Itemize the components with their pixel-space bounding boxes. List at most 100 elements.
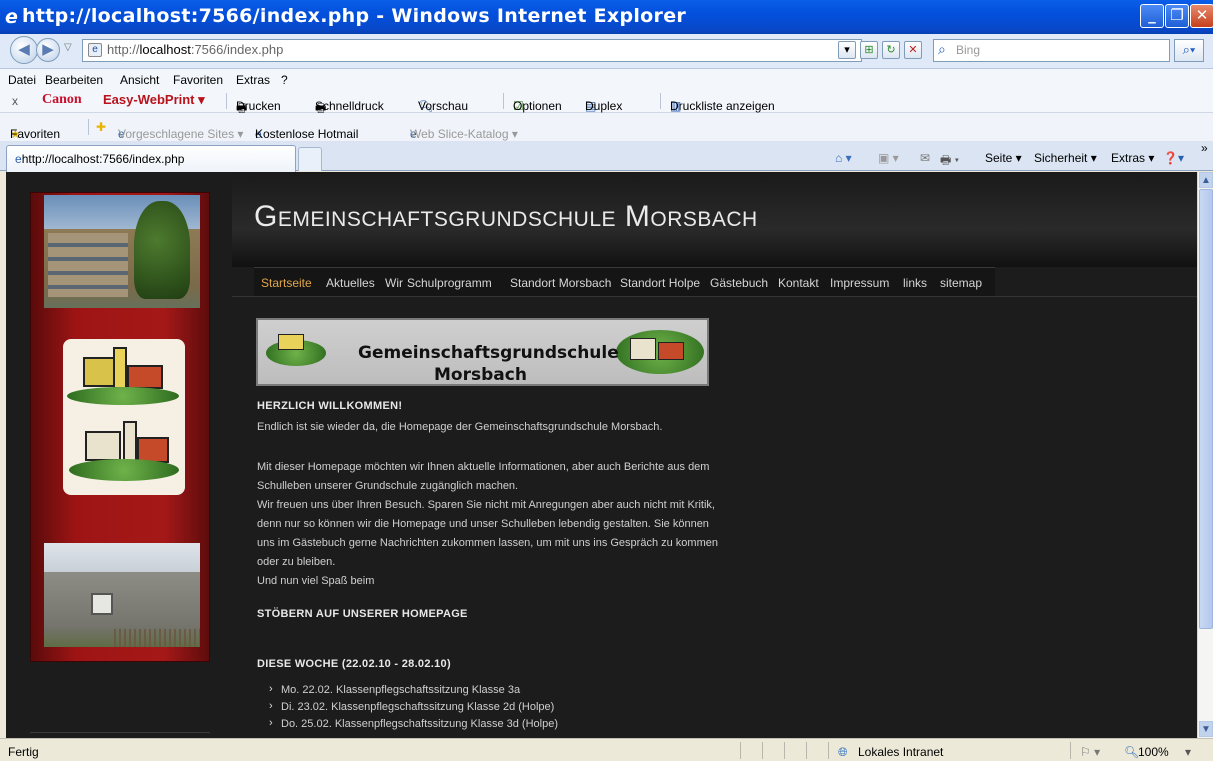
- compatibility-icon[interactable]: ⊞: [860, 41, 878, 59]
- main-nav: Startseite Aktuelles Wir Schulprogramm S…: [254, 267, 995, 296]
- toolbar-close-icon[interactable]: x: [12, 94, 18, 108]
- list-item: Di. 23.02. Klassenpflegschaftssitzung Kl…: [267, 700, 554, 713]
- paragraph: uns im Gästebuch gerne Nachrichten zukom…: [257, 537, 718, 549]
- protected-mode-icon[interactable]: ⚐ ▾: [1080, 745, 1100, 759]
- options-label: Optionen: [513, 99, 562, 113]
- menu-bearbeiten[interactable]: Bearbeiten: [45, 73, 103, 87]
- ie-logo-icon: e: [5, 6, 18, 28]
- paragraph: Und nun viel Spaß beim: [257, 575, 375, 587]
- zoom-dropdown-icon[interactable]: ▾: [1185, 745, 1191, 759]
- webslice-label: Web Slice-Katalog ▾: [410, 127, 518, 141]
- menu-extras[interactable]: Extras: [236, 73, 270, 87]
- forward-button[interactable]: ▶: [36, 38, 60, 62]
- sidebar-image-column: [30, 192, 210, 662]
- tab-bar: ehttp://localhost:7566/index.php: [0, 141, 1213, 172]
- favorites-bar: ★ Favoriten ✚ e Vorgeschlagene Sites ▾ e…: [0, 113, 1213, 141]
- nav-impressum[interactable]: Impressum: [830, 276, 889, 290]
- search-icon: ⌕: [938, 41, 946, 57]
- window-title: http://localhost:7566/index.php - Window…: [22, 5, 687, 27]
- scroll-down-icon[interactable]: ▼: [1199, 721, 1213, 737]
- site-title: Gemeinschaftsgrundschule Morsbach: [254, 200, 758, 233]
- search-input[interactable]: ⌕ Bing: [933, 39, 1170, 62]
- zoom-level[interactable]: 100%: [1138, 745, 1169, 759]
- preview-label: Vorschau: [418, 99, 469, 113]
- nav-standort-morsbach[interactable]: Standort Morsbach: [510, 276, 611, 290]
- easy-webprint-menu[interactable]: Easy-WebPrint ▾: [103, 92, 205, 108]
- zone-text: Lokales Intranet: [858, 745, 944, 759]
- extras-menu[interactable]: Extras ▾: [1111, 151, 1154, 165]
- new-tab-button[interactable]: [298, 147, 322, 171]
- nav-schulprogramm[interactable]: Schulprogramm: [407, 276, 492, 290]
- page-icon: e: [88, 43, 102, 57]
- security-menu[interactable]: Sicherheit ▾: [1034, 151, 1097, 165]
- ie-page-icon: e: [15, 152, 22, 166]
- paragraph: Mit dieser Homepage möchten wir Ihnen ak…: [257, 461, 710, 473]
- duplex-label: Duplex: [585, 99, 623, 113]
- paragraph: denn nur so können wir die Homepage und …: [257, 518, 709, 530]
- print-icon[interactable]: 🖶 ▾: [940, 151, 959, 172]
- help-icon[interactable]: ❓▾: [1163, 151, 1184, 165]
- banner-line2: Morsbach: [434, 365, 527, 385]
- menu-datei[interactable]: Datei: [8, 73, 36, 87]
- nav-gaestebuch[interactable]: Gästebuch: [710, 276, 768, 290]
- print-label: Drucken: [236, 99, 281, 113]
- nav-wir[interactable]: Wir: [385, 276, 403, 290]
- minimize-button[interactable]: _: [1140, 4, 1164, 28]
- school-photo-1: [44, 195, 200, 308]
- url-prefix: http://: [107, 42, 140, 57]
- paragraph: Schulleben unserer Grundschule zugänglic…: [257, 480, 519, 492]
- url-input[interactable]: e http://localhost:7566/index.php: [82, 39, 862, 62]
- menu-ansicht[interactable]: Ansicht: [120, 73, 159, 87]
- scroll-thumb[interactable]: [1199, 189, 1213, 629]
- nav-startseite[interactable]: Startseite: [261, 276, 312, 290]
- url-path: :7566/index.php: [190, 42, 284, 57]
- nav-kontakt[interactable]: Kontakt: [778, 276, 819, 290]
- nav-standort-holpe[interactable]: Standort Holpe: [620, 276, 700, 290]
- page-menu[interactable]: Seite ▾: [985, 151, 1022, 165]
- canon-toolbar: x Canon Easy-WebPrint ▾ 🖶 Drucken 🖶 Schnel…: [0, 89, 1213, 115]
- browse-heading: STÖBERN AUF UNSERER HOMEPAGE: [257, 608, 468, 620]
- scroll-up-icon[interactable]: ▲: [1199, 172, 1213, 188]
- hotmail-label: Kostenlose Hotmail: [255, 127, 359, 141]
- history-dropdown-icon[interactable]: ▽: [64, 42, 72, 53]
- intranet-icon: 🌐︎: [838, 745, 848, 759]
- banner-line1: Gemeinschaftsgrundschule: [358, 343, 619, 363]
- browser-window: e http://localhost:7566/index.php - Wind…: [0, 0, 1213, 761]
- canon-logo: Canon: [42, 92, 82, 107]
- feeds-icon[interactable]: ▣ ▾: [878, 151, 899, 165]
- stop-icon[interactable]: ✕: [904, 41, 922, 59]
- paragraph: oder zu bleiben.: [257, 556, 336, 568]
- page-viewport: Gemeinschaftsgrundschule Morsbach Starts…: [6, 172, 1197, 738]
- list-item: Mo. 22.02. Klassenpflegschaftssitzung Kl…: [267, 683, 520, 696]
- paragraph: Endlich ist sie wieder da, die Homepage …: [257, 421, 663, 433]
- nav-sitemap[interactable]: sitemap: [940, 276, 982, 290]
- menu-favoriten[interactable]: Favoriten: [173, 73, 223, 87]
- search-placeholder: Bing: [956, 43, 981, 57]
- paragraph: Wir freuen uns über Ihren Besuch. Sparen…: [257, 499, 715, 511]
- week-heading: DIESE WOCHE (22.02.10 - 28.02.10): [257, 658, 451, 670]
- quick-print-label: Schnelldruck: [315, 99, 384, 113]
- status-bar: Fertig 🌐︎ Lokales Intranet ⚐ ▾ 🔍︎ 100% ▾: [0, 738, 1213, 761]
- status-text: Fertig: [8, 745, 39, 759]
- back-button[interactable]: ◀: [10, 36, 38, 64]
- welcome-heading: HERZLICH WILLKOMMEN!: [257, 400, 403, 412]
- nav-links[interactable]: links: [903, 276, 927, 290]
- favorites-label: Favoriten: [10, 127, 61, 141]
- vertical-scrollbar[interactable]: ▲ ▼: [1197, 172, 1213, 738]
- address-dropdown-icon[interactable]: ▾: [838, 41, 856, 59]
- home-icon[interactable]: ⌂ ▾: [835, 151, 852, 165]
- print-list-label: Druckliste anzeigen: [670, 99, 775, 113]
- mail-icon[interactable]: ✉: [920, 151, 930, 165]
- list-item: Do. 25.02. Klassenpflegschaftssitzung Kl…: [267, 717, 558, 730]
- refresh-icon[interactable]: ↻: [882, 41, 900, 59]
- close-button[interactable]: ✕: [1190, 4, 1213, 28]
- nav-aktuelles[interactable]: Aktuelles: [326, 276, 375, 290]
- tab-label: http://localhost:7566/index.php: [21, 152, 185, 166]
- menu-help[interactable]: ?: [281, 73, 288, 87]
- add-favorite-icon[interactable]: ✚: [96, 120, 106, 134]
- tab-current[interactable]: ehttp://localhost:7566/index.php: [6, 145, 296, 172]
- zoom-icon[interactable]: 🔍︎: [1124, 745, 1139, 759]
- maximize-button[interactable]: ❐: [1165, 4, 1189, 28]
- more-chevron-icon[interactable]: »: [1201, 141, 1208, 155]
- search-button[interactable]: ⌕▾: [1174, 39, 1204, 62]
